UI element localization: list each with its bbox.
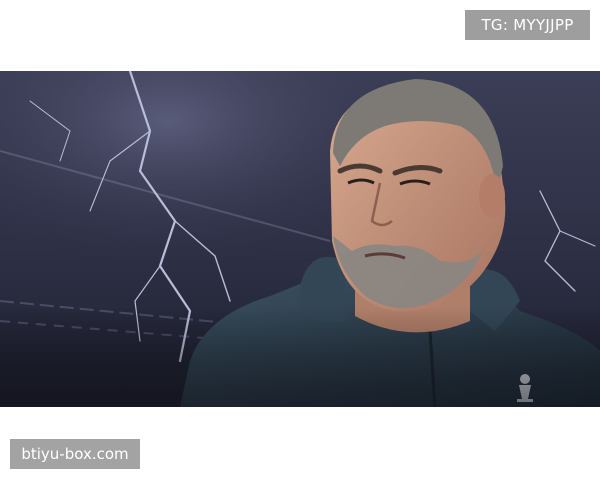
main-photo	[0, 71, 600, 407]
watermark-top: TG: MYYJJPP	[465, 10, 590, 40]
watermark-bottom: btiyu-box.com	[10, 439, 140, 469]
